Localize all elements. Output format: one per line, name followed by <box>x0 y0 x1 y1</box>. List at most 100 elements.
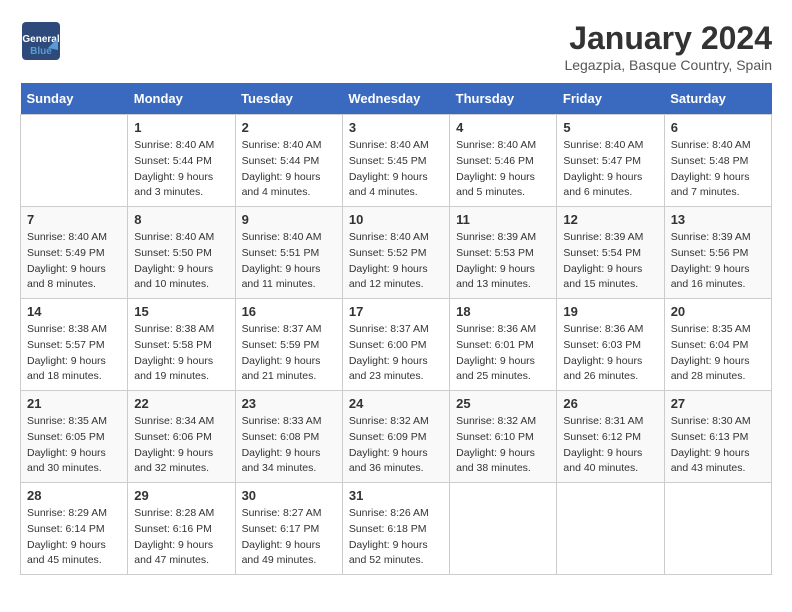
day-number: 21 <box>27 396 121 411</box>
day-number: 27 <box>671 396 765 411</box>
calendar-cell: 13 Sunrise: 8:39 AMSunset: 5:56 PMDayligh… <box>664 207 771 299</box>
day-number: 30 <box>242 488 336 503</box>
day-number: 11 <box>456 212 550 227</box>
day-number: 16 <box>242 304 336 319</box>
calendar-week-row: 28Sunrise: 8:29 AMSunset: 6:14 PMDayligh… <box>21 483 772 575</box>
cell-info: Sunrise: 8:40 AMSunset: 5:50 PMDaylight:… <box>134 231 214 290</box>
cell-info: Sunrise: 8:40 AMSunset: 5:47 PMDaylight:… <box>563 139 643 198</box>
header-day: Monday <box>128 83 235 115</box>
calendar-cell: 14 Sunrise: 8:38 AMSunset: 5:57 PMDayligh… <box>21 299 128 391</box>
calendar-cell: 18 Sunrise: 8:36 AMSunset: 6:01 PMDayligh… <box>450 299 557 391</box>
cell-info: Sunrise: 8:36 AMSunset: 6:01 PMDaylight:… <box>456 323 536 382</box>
cell-info: Sunrise: 8:39 AMSunset: 5:56 PMDaylight:… <box>671 231 751 290</box>
calendar-cell: 1 Sunrise: 8:40 AMSunset: 5:44 PMDaylight… <box>128 115 235 207</box>
calendar-week-row: 21 Sunrise: 8:35 AMSunset: 6:05 PMDayligh… <box>21 391 772 483</box>
calendar-cell: 29Sunrise: 8:28 AMSunset: 6:16 PMDayligh… <box>128 483 235 575</box>
cell-info: Sunrise: 8:40 AMSunset: 5:44 PMDaylight:… <box>134 139 214 198</box>
day-number: 4 <box>456 120 550 135</box>
day-number: 13 <box>671 212 765 227</box>
calendar-cell: 20Sunrise: 8:35 AMSunset: 6:04 PMDayligh… <box>664 299 771 391</box>
day-number: 5 <box>563 120 657 135</box>
cell-info: Sunrise: 8:37 AMSunset: 5:59 PMDaylight:… <box>242 323 322 382</box>
svg-text:Blue: Blue <box>30 46 52 57</box>
calendar-cell: 30Sunrise: 8:27 AMSunset: 6:17 PMDayligh… <box>235 483 342 575</box>
header-day: Thursday <box>450 83 557 115</box>
calendar-cell: 10 Sunrise: 8:40 AMSunset: 5:52 PMDayligh… <box>342 207 449 299</box>
day-number: 8 <box>134 212 228 227</box>
cell-info: Sunrise: 8:40 AMSunset: 5:48 PMDaylight:… <box>671 139 751 198</box>
day-number: 19 <box>563 304 657 319</box>
day-number: 1 <box>134 120 228 135</box>
calendar-cell: 2Sunrise: 8:40 AMSunset: 5:44 PMDaylight… <box>235 115 342 207</box>
calendar-week-row: 14 Sunrise: 8:38 AMSunset: 5:57 PMDayligh… <box>21 299 772 391</box>
calendar-cell: 22 Sunrise: 8:34 AMSunset: 6:06 PMDayligh… <box>128 391 235 483</box>
day-number: 10 <box>349 212 443 227</box>
day-number: 3 <box>349 120 443 135</box>
calendar-cell: 6 Sunrise: 8:40 AMSunset: 5:48 PMDaylight… <box>664 115 771 207</box>
day-number: 14 <box>27 304 121 319</box>
calendar-cell: 31 Sunrise: 8:26 AMSunset: 6:18 PMDayligh… <box>342 483 449 575</box>
cell-info: Sunrise: 8:38 AMSunset: 5:58 PMDaylight:… <box>134 323 214 382</box>
calendar-cell <box>21 115 128 207</box>
header-day: Wednesday <box>342 83 449 115</box>
cell-info: Sunrise: 8:32 AMSunset: 6:10 PMDaylight:… <box>456 415 536 474</box>
month-title: January 2024 <box>564 20 772 57</box>
page-header: General Blue January 2024 Legazpia, Basq… <box>20 20 772 73</box>
day-number: 25 <box>456 396 550 411</box>
day-number: 6 <box>671 120 765 135</box>
header-day: Friday <box>557 83 664 115</box>
day-number: 22 <box>134 396 228 411</box>
cell-info: Sunrise: 8:35 AMSunset: 6:05 PMDaylight:… <box>27 415 107 474</box>
day-number: 12 <box>563 212 657 227</box>
cell-info: Sunrise: 8:40 AMSunset: 5:52 PMDaylight:… <box>349 231 429 290</box>
cell-info: Sunrise: 8:33 AMSunset: 6:08 PMDaylight:… <box>242 415 322 474</box>
day-number: 31 <box>349 488 443 503</box>
calendar-cell: 15 Sunrise: 8:38 AMSunset: 5:58 PMDayligh… <box>128 299 235 391</box>
cell-info: Sunrise: 8:39 AMSunset: 5:54 PMDaylight:… <box>563 231 643 290</box>
calendar-cell: 9 Sunrise: 8:40 AMSunset: 5:51 PMDaylight… <box>235 207 342 299</box>
calendar-cell: 16 Sunrise: 8:37 AMSunset: 5:59 PMDayligh… <box>235 299 342 391</box>
logo: General Blue <box>20 20 65 60</box>
calendar-week-row: 1 Sunrise: 8:40 AMSunset: 5:44 PMDaylight… <box>21 115 772 207</box>
header-day: Saturday <box>664 83 771 115</box>
day-number: 9 <box>242 212 336 227</box>
location-subtitle: Legazpia, Basque Country, Spain <box>564 57 772 73</box>
calendar-cell: 8 Sunrise: 8:40 AMSunset: 5:50 PMDaylight… <box>128 207 235 299</box>
calendar-cell <box>557 483 664 575</box>
cell-info: Sunrise: 8:28 AMSunset: 6:16 PMDaylight:… <box>134 507 214 566</box>
cell-info: Sunrise: 8:35 AMSunset: 6:04 PMDaylight:… <box>671 323 751 382</box>
cell-info: Sunrise: 8:40 AMSunset: 5:51 PMDaylight:… <box>242 231 322 290</box>
cell-info: Sunrise: 8:39 AMSunset: 5:53 PMDaylight:… <box>456 231 536 290</box>
calendar-table: SundayMondayTuesdayWednesdayThursdayFrid… <box>20 83 772 575</box>
cell-info: Sunrise: 8:36 AMSunset: 6:03 PMDaylight:… <box>563 323 643 382</box>
calendar-week-row: 7 Sunrise: 8:40 AMSunset: 5:49 PMDaylight… <box>21 207 772 299</box>
cell-info: Sunrise: 8:29 AMSunset: 6:14 PMDaylight:… <box>27 507 107 566</box>
calendar-cell <box>450 483 557 575</box>
day-number: 7 <box>27 212 121 227</box>
calendar-cell: 4 Sunrise: 8:40 AMSunset: 5:46 PMDaylight… <box>450 115 557 207</box>
calendar-cell: 11 Sunrise: 8:39 AMSunset: 5:53 PMDayligh… <box>450 207 557 299</box>
calendar-cell: 17 Sunrise: 8:37 AMSunset: 6:00 PMDayligh… <box>342 299 449 391</box>
header-day: Tuesday <box>235 83 342 115</box>
day-number: 23 <box>242 396 336 411</box>
calendar-cell: 21 Sunrise: 8:35 AMSunset: 6:05 PMDayligh… <box>21 391 128 483</box>
day-number: 17 <box>349 304 443 319</box>
cell-info: Sunrise: 8:32 AMSunset: 6:09 PMDaylight:… <box>349 415 429 474</box>
header-day: Sunday <box>21 83 128 115</box>
calendar-cell: 26Sunrise: 8:31 AMSunset: 6:12 PMDayligh… <box>557 391 664 483</box>
cell-info: Sunrise: 8:37 AMSunset: 6:00 PMDaylight:… <box>349 323 429 382</box>
calendar-cell: 5 Sunrise: 8:40 AMSunset: 5:47 PMDaylight… <box>557 115 664 207</box>
cell-info: Sunrise: 8:40 AMSunset: 5:44 PMDaylight:… <box>242 139 322 198</box>
day-number: 15 <box>134 304 228 319</box>
cell-info: Sunrise: 8:40 AMSunset: 5:49 PMDaylight:… <box>27 231 107 290</box>
day-number: 24 <box>349 396 443 411</box>
calendar-cell: 28Sunrise: 8:29 AMSunset: 6:14 PMDayligh… <box>21 483 128 575</box>
calendar-cell: 12 Sunrise: 8:39 AMSunset: 5:54 PMDayligh… <box>557 207 664 299</box>
calendar-cell: 24 Sunrise: 8:32 AMSunset: 6:09 PMDayligh… <box>342 391 449 483</box>
cell-info: Sunrise: 8:34 AMSunset: 6:06 PMDaylight:… <box>134 415 214 474</box>
cell-info: Sunrise: 8:26 AMSunset: 6:18 PMDaylight:… <box>349 507 429 566</box>
cell-info: Sunrise: 8:38 AMSunset: 5:57 PMDaylight:… <box>27 323 107 382</box>
cell-info: Sunrise: 8:30 AMSunset: 6:13 PMDaylight:… <box>671 415 751 474</box>
day-number: 18 <box>456 304 550 319</box>
cell-info: Sunrise: 8:40 AMSunset: 5:46 PMDaylight:… <box>456 139 536 198</box>
